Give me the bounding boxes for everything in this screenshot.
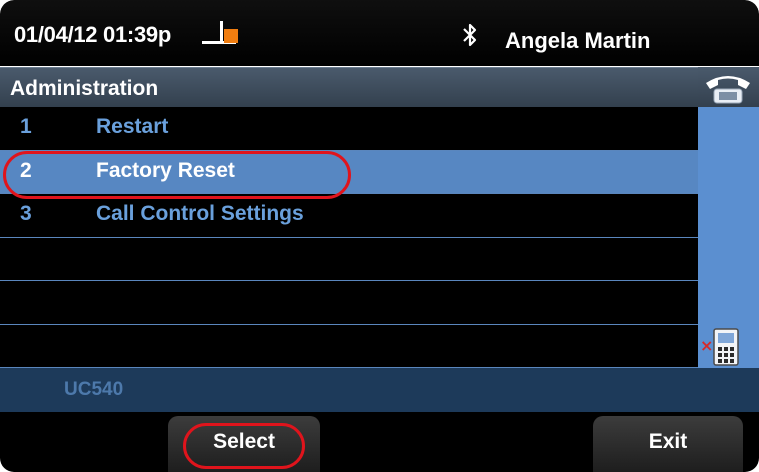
missed-call-contacts-icon[interactable]: × <box>700 325 756 367</box>
softkey-bar: Select Exit <box>0 412 759 472</box>
menu-item-empty <box>0 324 698 368</box>
model-bar: UC540 <box>0 368 759 412</box>
line-button[interactable] <box>698 67 759 107</box>
menu-item-restart[interactable]: 1 Restart <box>0 107 698 151</box>
menu-item-call-control-settings[interactable]: 3 Call Control Settings <box>0 194 698 238</box>
menu-title: Administration <box>10 77 159 100</box>
status-bar: 01/04/12 01:39p Angela Martin <box>0 0 759 66</box>
phone-line-icon <box>706 76 750 104</box>
menu-list: 1 Restart 2 Factory Reset 3 Call Control… <box>0 107 698 368</box>
exit-softkey[interactable]: Exit <box>593 416 743 472</box>
menu-item-number: 2 <box>20 158 32 182</box>
select-softkey[interactable]: Select <box>168 416 320 472</box>
menu-item-number: 1 <box>20 115 32 138</box>
line-sidebar: × <box>698 67 759 368</box>
menu-item-label: Factory Reset <box>96 158 235 182</box>
svg-text:×: × <box>700 336 713 355</box>
bluetooth-icon <box>463 23 477 47</box>
model-label: UC540 <box>64 379 124 400</box>
menu-item-empty <box>0 237 698 281</box>
menu-item-label: Restart <box>96 115 169 138</box>
menu-header: Administration <box>0 67 698 107</box>
user-name: Angela Martin <box>505 28 651 53</box>
menu-item-factory-reset[interactable]: 2 Factory Reset <box>0 150 698 194</box>
date-time: 01/04/12 01:39p <box>14 22 171 47</box>
phone-screen: 01/04/12 01:39p Angela Martin Administra… <box>0 0 759 472</box>
menu-item-empty <box>0 281 698 325</box>
menu-item-number: 3 <box>20 202 32 225</box>
off-hook-handset-icon <box>202 21 238 44</box>
menu-item-label: Call Control Settings <box>96 202 304 225</box>
